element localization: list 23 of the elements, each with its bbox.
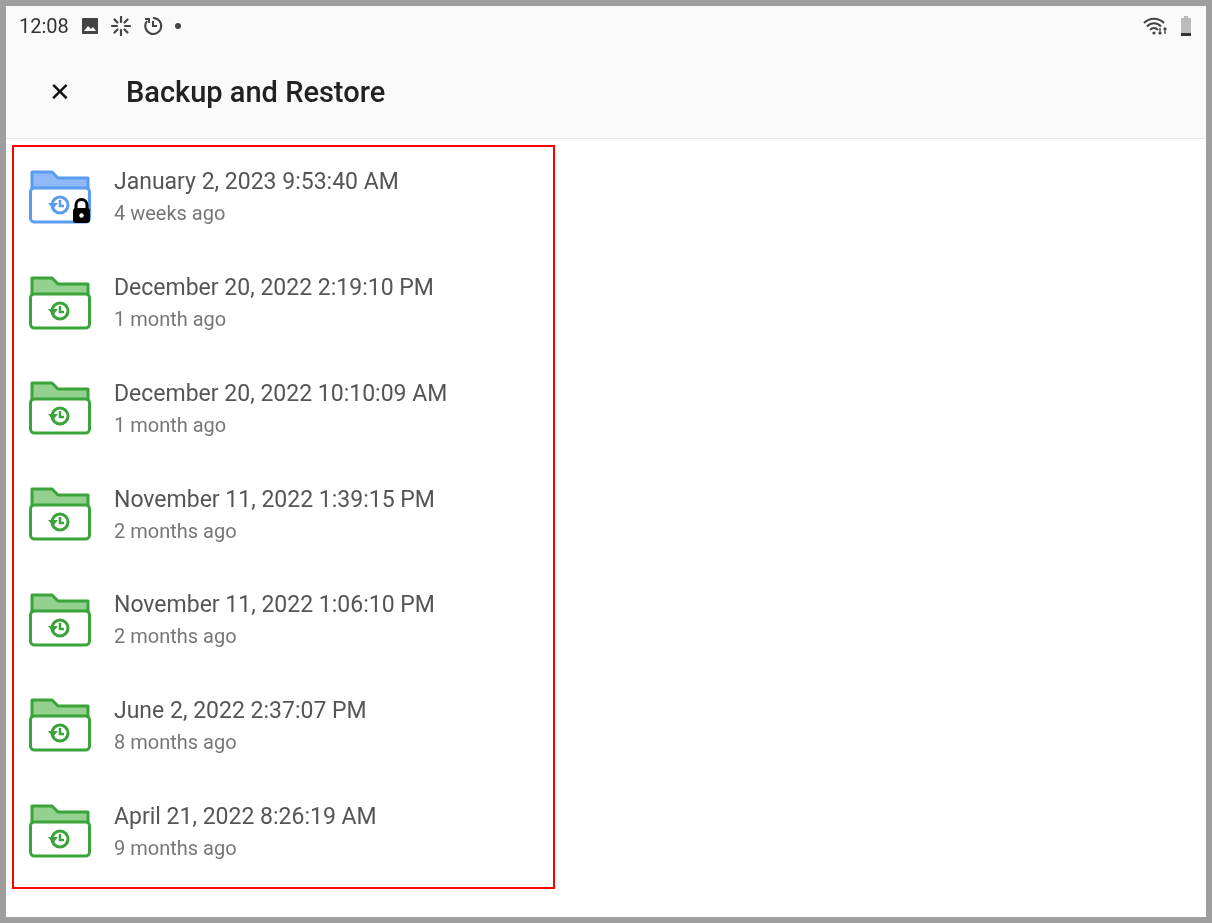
backup-age: 2 months ago	[114, 624, 238, 649]
timer-icon	[142, 16, 163, 36]
image-icon	[80, 17, 99, 35]
battery-icon	[1180, 16, 1192, 36]
wifi-icon	[1142, 16, 1168, 36]
backup-date[interactable]: November 11, 2022 1:39:15 PM	[114, 485, 435, 513]
backup-age: 2 months ago	[114, 518, 238, 543]
backup-age: 8 months ago	[114, 729, 238, 754]
close-button[interactable]: ✕	[40, 72, 80, 112]
sparkle-icon	[110, 16, 131, 36]
backup-date[interactable]: December 20, 2022 2:19:10 PM	[114, 274, 434, 302]
backup-date[interactable]: November 11, 2022 1:06:10 PM	[114, 591, 435, 619]
backup-date[interactable]: January 2, 2023 9:53:40 AM	[114, 168, 399, 196]
backup-date[interactable]: December 20, 2022 10:10:09 AM	[114, 379, 448, 407]
page-title: Backup and Restore	[126, 75, 386, 109]
backup-age: 1 month ago	[114, 412, 228, 437]
backup-age: 1 month ago	[114, 307, 228, 332]
status-time: 12:08	[19, 14, 69, 38]
backup-age: 9 months ago	[114, 835, 238, 860]
backup-age: 4 weeks ago	[114, 201, 227, 226]
dot-icon	[174, 23, 181, 29]
backup-date[interactable]: April 21, 2022 8:26:19 AM	[114, 802, 377, 830]
backup-date[interactable]: June 2, 2022 2:37:07 PM	[114, 696, 367, 724]
